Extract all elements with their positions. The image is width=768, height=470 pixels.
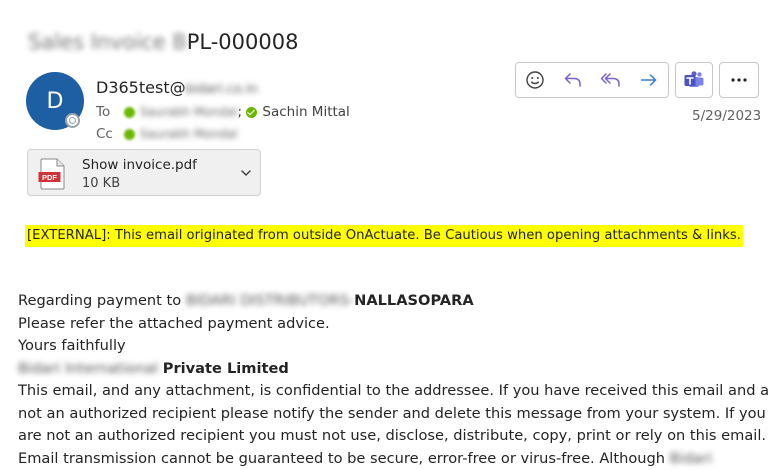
to-label: To <box>96 104 124 120</box>
forward-button[interactable] <box>630 63 668 97</box>
body-text-bold: Private Limited <box>163 360 289 377</box>
teams-icon <box>683 69 705 91</box>
body-text: Email transmission cannot be guaranteed … <box>18 450 665 467</box>
pdf-type-label: PDF <box>42 173 57 182</box>
reply-all-icon <box>600 70 622 90</box>
sender-domain-redacted: bidari.co.in <box>186 82 258 97</box>
reply-icon <box>563 70 583 90</box>
to-line: To Saurabh Mondal; Sachin Mittal <box>96 104 350 120</box>
cc-recipient-redacted[interactable]: Saurabh Mondal <box>140 127 238 141</box>
avatar-initial: D <box>47 89 64 114</box>
to-recipient[interactable]: Sachin Mittal <box>262 104 349 120</box>
body-line: This email, and any attachment, is confi… <box>18 380 763 403</box>
email-subject: Sales Invoice BPL-000008 <box>28 30 298 54</box>
attachment-card[interactable]: PDF Show invoice.pdf 10 KB <box>27 149 261 196</box>
email-body: Regarding payment to BIDARI DISTRIBUTORS… <box>18 290 763 470</box>
body-line: Bidari International Private Limited <box>18 358 763 381</box>
redacted-text: BIDARI DISTRIBUTORS- <box>186 292 354 309</box>
teams-button[interactable] <box>675 62 713 98</box>
body-line: not an authorized recipient please notif… <box>18 403 763 426</box>
more-dots-icon <box>729 77 749 83</box>
attachment-size: 10 KB <box>82 176 120 191</box>
to-recipient-redacted[interactable]: Saurabh Mondal <box>140 105 238 119</box>
body-text-bold: NALLASOPARA <box>354 292 474 309</box>
reaction-button[interactable] <box>516 63 554 97</box>
cc-line: Cc Saurabh Mondal <box>96 126 238 142</box>
reply-button[interactable] <box>554 63 592 97</box>
body-line: are not an authorized recipient you must… <box>18 425 763 448</box>
body-line: Regarding payment to BIDARI DISTRIBUTORS… <box>18 290 763 313</box>
presence-available-icon <box>246 107 257 118</box>
redacted-text: Bidari International <box>18 360 158 377</box>
presence-status-icon <box>65 113 80 128</box>
body-text: Regarding payment to <box>18 292 186 309</box>
received-date: 5/29/2023 <box>692 108 761 124</box>
subject-text: PL-000008 <box>187 30 299 54</box>
sender-address[interactable]: D365test@bidari.co.in <box>96 78 258 97</box>
redacted-text: Bidari <box>670 450 712 467</box>
sender-name: D365test@ <box>96 78 186 97</box>
chevron-down-icon[interactable] <box>240 167 252 179</box>
cc-label: Cc <box>96 126 124 142</box>
forward-arrow-icon <box>639 70 659 90</box>
body-line: Email transmission cannot be guaranteed … <box>18 448 763 470</box>
external-warning-banner: [EXTERNAL]: This email originated from o… <box>25 225 743 247</box>
presence-icon <box>124 107 135 118</box>
reply-all-button[interactable] <box>592 63 630 97</box>
body-line: Please refer the attached payment advice… <box>18 313 763 336</box>
message-actions-toolbar <box>515 62 669 98</box>
recipient-separator: ; <box>238 104 243 120</box>
presence-icon <box>124 129 135 140</box>
body-line: Yours faithfully <box>18 335 763 358</box>
smiley-icon <box>525 70 545 90</box>
pdf-file-icon: PDF <box>38 158 66 190</box>
attachment-name: Show invoice.pdf <box>82 157 197 173</box>
subject-redacted: Sales Invoice B <box>28 30 187 54</box>
more-actions-button[interactable] <box>719 62 759 98</box>
